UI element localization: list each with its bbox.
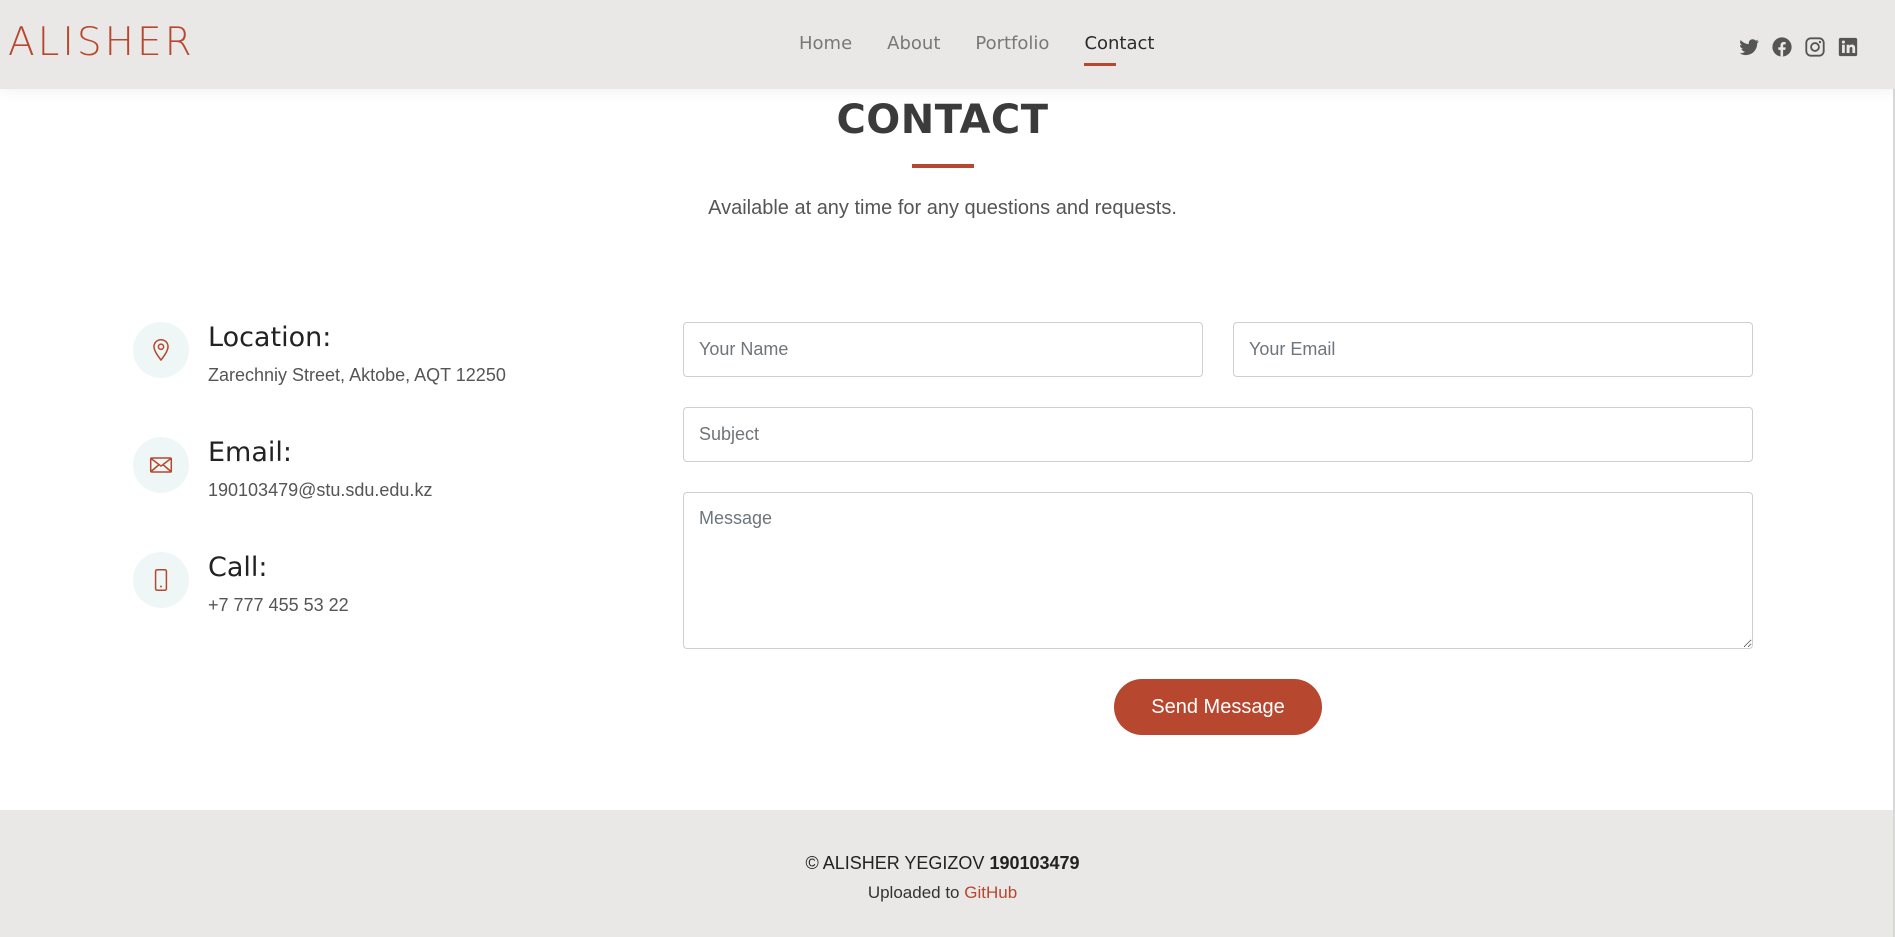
title-underline	[912, 164, 974, 168]
uploaded-text: Uploaded to GitHub	[0, 882, 1885, 904]
call-text: +7 777 455 53 22	[208, 595, 349, 615]
social-links	[1738, 36, 1859, 58]
info-call: Call: +7 777 455 53 22	[133, 552, 593, 632]
logo[interactable]: ALISHER	[8, 20, 195, 66]
info-email: Email: 190103479@stu.sdu.edu.kz	[133, 437, 593, 517]
nav-contact[interactable]: Contact	[1084, 33, 1154, 66]
email-text: 190103479@stu.sdu.edu.kz	[208, 480, 433, 500]
main-nav: Home About Portfolio Contact	[799, 33, 1189, 66]
send-message-button[interactable]: Send Message	[1114, 679, 1322, 735]
call-heading: Call:	[208, 552, 268, 583]
info-location: Location: Zarechniy Street, Aktobe, AQT …	[133, 322, 593, 402]
section-title: CONTACT	[836, 97, 1049, 143]
site-header: ALISHER Home About Portfolio Contact	[0, 0, 1895, 89]
uploaded-prefix: Uploaded to	[867, 883, 965, 902]
github-link[interactable]: GitHub	[964, 883, 1017, 902]
name-input[interactable]	[683, 322, 1203, 377]
email-input[interactable]	[1233, 322, 1753, 377]
email-heading: Email:	[208, 437, 293, 468]
location-heading: Location:	[208, 322, 332, 353]
copyright-text: © ALISHER YEGIZOV 190103479	[0, 852, 1885, 874]
instagram-icon[interactable]	[1804, 36, 1826, 58]
nav-home[interactable]: Home	[799, 33, 852, 55]
twitter-icon[interactable]	[1738, 36, 1760, 58]
page: ALISHER Home About Portfolio Contact CON…	[0, 0, 1895, 937]
phone-icon	[133, 552, 189, 608]
nav-portfolio[interactable]: Portfolio	[975, 33, 1049, 55]
location-pin-icon	[133, 322, 189, 378]
nav-about[interactable]: About	[887, 33, 940, 55]
linkedin-icon[interactable]	[1837, 36, 1859, 58]
copyright-id: 190103479	[989, 853, 1080, 873]
envelope-icon	[133, 437, 189, 493]
copyright-prefix: © ALISHER YEGIZOV	[805, 853, 990, 873]
section-subtitle: Available at any time for any questions …	[708, 197, 1177, 219]
facebook-icon[interactable]	[1771, 36, 1793, 58]
subject-input[interactable]	[683, 407, 1753, 462]
message-textarea[interactable]	[683, 492, 1753, 649]
location-text: Zarechniy Street, Aktobe, AQT 12250	[208, 365, 506, 385]
